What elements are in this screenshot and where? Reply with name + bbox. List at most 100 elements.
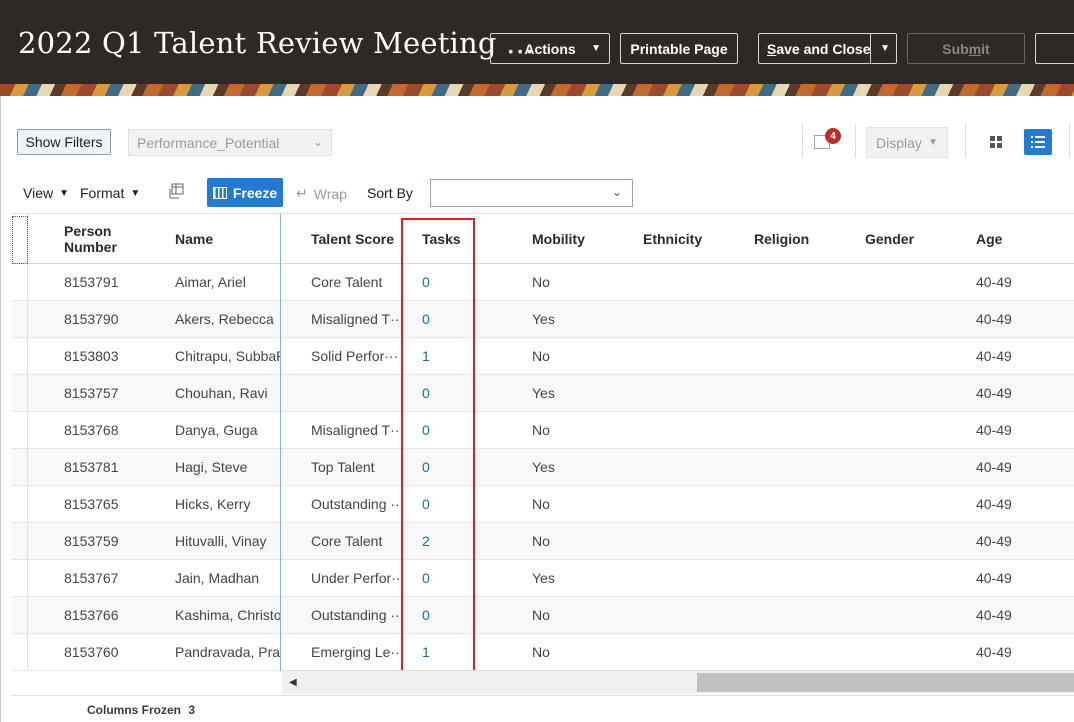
freeze-icon: [212, 186, 227, 199]
age-cell: 40-49: [976, 459, 1012, 475]
name-cell: Hicks, Kerry: [175, 496, 251, 512]
wrap-button[interactable]: ↵ Wrap: [296, 185, 347, 202]
religion-cell: [754, 301, 854, 337]
format-menu[interactable]: Format ▼: [80, 185, 140, 201]
ethnicity-cell: [643, 560, 743, 596]
person-number-cell: 8153791: [64, 274, 119, 290]
gender-cell: [865, 449, 965, 485]
columns-frozen-label: Columns Frozen: [87, 703, 182, 717]
person-number-cell: 8153760: [64, 644, 119, 660]
gender-cell: [865, 523, 965, 559]
submit-text-post: it: [981, 40, 990, 57]
age-cell: 40-49: [976, 644, 1012, 660]
age-cell: 40-49: [976, 570, 1012, 586]
table-row[interactable]: 8153765 Hicks, Kerry Outstanding ··· 0 No 40-…: [12, 486, 1074, 523]
column-header-talent-score[interactable]: Talent Score: [311, 214, 394, 264]
wrap-icon: ↵: [296, 185, 308, 201]
ethnicity-cell: [643, 597, 743, 633]
gender-cell: [865, 560, 965, 596]
table-row[interactable]: 8153768 Danya, Guga Misaligned T··· 0 No 40-4…: [12, 412, 1074, 449]
religion-cell: [754, 449, 854, 485]
person-number-cell: 8153767: [64, 570, 119, 586]
age-cell: 40-49: [976, 607, 1012, 623]
talent-score-cell: Misaligned T···: [311, 422, 403, 438]
chevron-down-icon: ⌄: [312, 135, 323, 149]
table-row[interactable]: 8153803 Chitrapu, SubbaR Solid Perfor··· 1 N…: [12, 338, 1074, 375]
table-row[interactable]: 8153757 Chouhan, Ravi 0 Yes 40-49: [12, 375, 1074, 412]
frozen-columns-divider: [280, 214, 281, 671]
mobility-cell: Yes: [532, 311, 555, 327]
column-header-mobility[interactable]: Mobility: [532, 214, 585, 264]
left-edge-divider: [0, 96, 1, 722]
horizontal-scrollbar[interactable]: ◀: [282, 670, 1074, 694]
table-row[interactable]: 8153781 Hagi, Steve Top Talent 0 Yes 40-49: [12, 449, 1074, 486]
religion-cell: [754, 375, 854, 411]
grid-view-button[interactable]: [984, 130, 1008, 154]
save-and-close-label: Save and Close: [767, 41, 871, 57]
person-number-cell: 8153766: [64, 607, 119, 623]
religion-cell: [754, 412, 854, 448]
ethnicity-cell: [643, 449, 743, 485]
toolbar-divider: [855, 125, 856, 158]
table-row[interactable]: 8153790 Akers, Rebecca Misaligned T··· 0 Yes…: [12, 301, 1074, 338]
talent-score-cell: Outstanding ···: [311, 496, 403, 512]
format-label: Format: [80, 185, 125, 201]
religion-cell: [754, 486, 854, 522]
name-cell: Kashima, Christo: [175, 607, 280, 623]
column-header-name[interactable]: Name: [175, 214, 213, 264]
sort-by-select[interactable]: ⌄: [430, 179, 633, 207]
column-header-ethnicity[interactable]: Ethnicity: [643, 214, 702, 264]
column-header-religion[interactable]: Religion: [754, 214, 809, 264]
scrollbar-thumb[interactable]: [697, 673, 1074, 692]
table-row[interactable]: 8153766 Kashima, Christo Outstanding ··· 0 N…: [12, 597, 1074, 634]
submit-label: Submit: [942, 41, 989, 57]
layout-select[interactable]: Performance_Potential ⌄: [128, 129, 332, 156]
save-and-close-text: ave and Close: [776, 40, 871, 57]
gender-cell: [865, 301, 965, 337]
actions-button[interactable]: Actions ▼: [490, 33, 610, 64]
toolbar-divider: [802, 125, 803, 158]
name-cell: Chitrapu, SubbaR: [175, 348, 280, 364]
view-menu[interactable]: View ▼: [23, 185, 69, 201]
table-row[interactable]: 8153760 Pandravada, Pra Emerging Le··· 1 No 4…: [12, 634, 1074, 671]
column-header-gender[interactable]: Gender: [865, 214, 914, 264]
age-cell: 40-49: [976, 496, 1012, 512]
name-cell: Aimar, Ariel: [175, 274, 246, 290]
notifications-button[interactable]: 4: [814, 128, 841, 152]
save-options-caret-icon[interactable]: ▼: [880, 43, 890, 54]
printable-page-button[interactable]: Printable Page: [620, 33, 738, 64]
name-cell: Hituvalli, Vinay: [175, 533, 267, 549]
display-button[interactable]: Display ▼: [866, 127, 948, 158]
talent-score-cell: Core Talent: [311, 533, 383, 549]
mobility-cell: No: [532, 496, 550, 512]
column-header-person-number[interactable]: Person Number: [64, 214, 117, 264]
age-cell: 40-49: [976, 274, 1012, 290]
submit-button[interactable]: Submit: [907, 33, 1025, 64]
talent-score-cell: Solid Perfor···: [311, 348, 399, 364]
mobility-cell: No: [532, 644, 550, 660]
table-row[interactable]: 8153767 Jain, Madhan Under Perfor··· 0 Yes 40…: [12, 560, 1074, 597]
talent-table: Person Number Name Talent Score Tasks Mo…: [12, 213, 1074, 671]
freeze-button[interactable]: Freeze: [207, 178, 283, 207]
person-number-cell: 8153790: [64, 311, 119, 327]
ethnicity-cell: [643, 486, 743, 522]
age-cell: 40-49: [976, 311, 1012, 327]
more-header-button[interactable]: [1035, 33, 1074, 64]
name-cell: Akers, Rebecca: [175, 311, 274, 327]
show-filters-button[interactable]: Show Filters: [17, 129, 111, 155]
submit-text-pre: Sub: [942, 40, 969, 57]
list-view-button[interactable]: [1024, 129, 1052, 155]
save-and-close-button[interactable]: Save and Close ▼: [758, 33, 897, 64]
detach-table-button[interactable]: [169, 183, 185, 199]
name-cell: Danya, Guga: [175, 422, 258, 438]
table-row[interactable]: 8153791 Aimar, Ariel Core Talent 0 No 40-49: [12, 264, 1074, 301]
mobility-cell: Yes: [532, 570, 555, 586]
columns-frozen-status: Columns Frozen 3: [87, 703, 195, 717]
grid-view-icon: [990, 136, 1002, 148]
list-view-icon: [1031, 136, 1045, 148]
scroll-left-icon[interactable]: ◀: [289, 677, 297, 688]
column-header-age[interactable]: Age: [976, 214, 1002, 264]
person-number-cell: 8153757: [64, 385, 119, 401]
table-row[interactable]: 8153759 Hituvalli, Vinay Core Talent 2 No 40-…: [12, 523, 1074, 560]
caret-down-icon: ▼: [928, 137, 938, 148]
